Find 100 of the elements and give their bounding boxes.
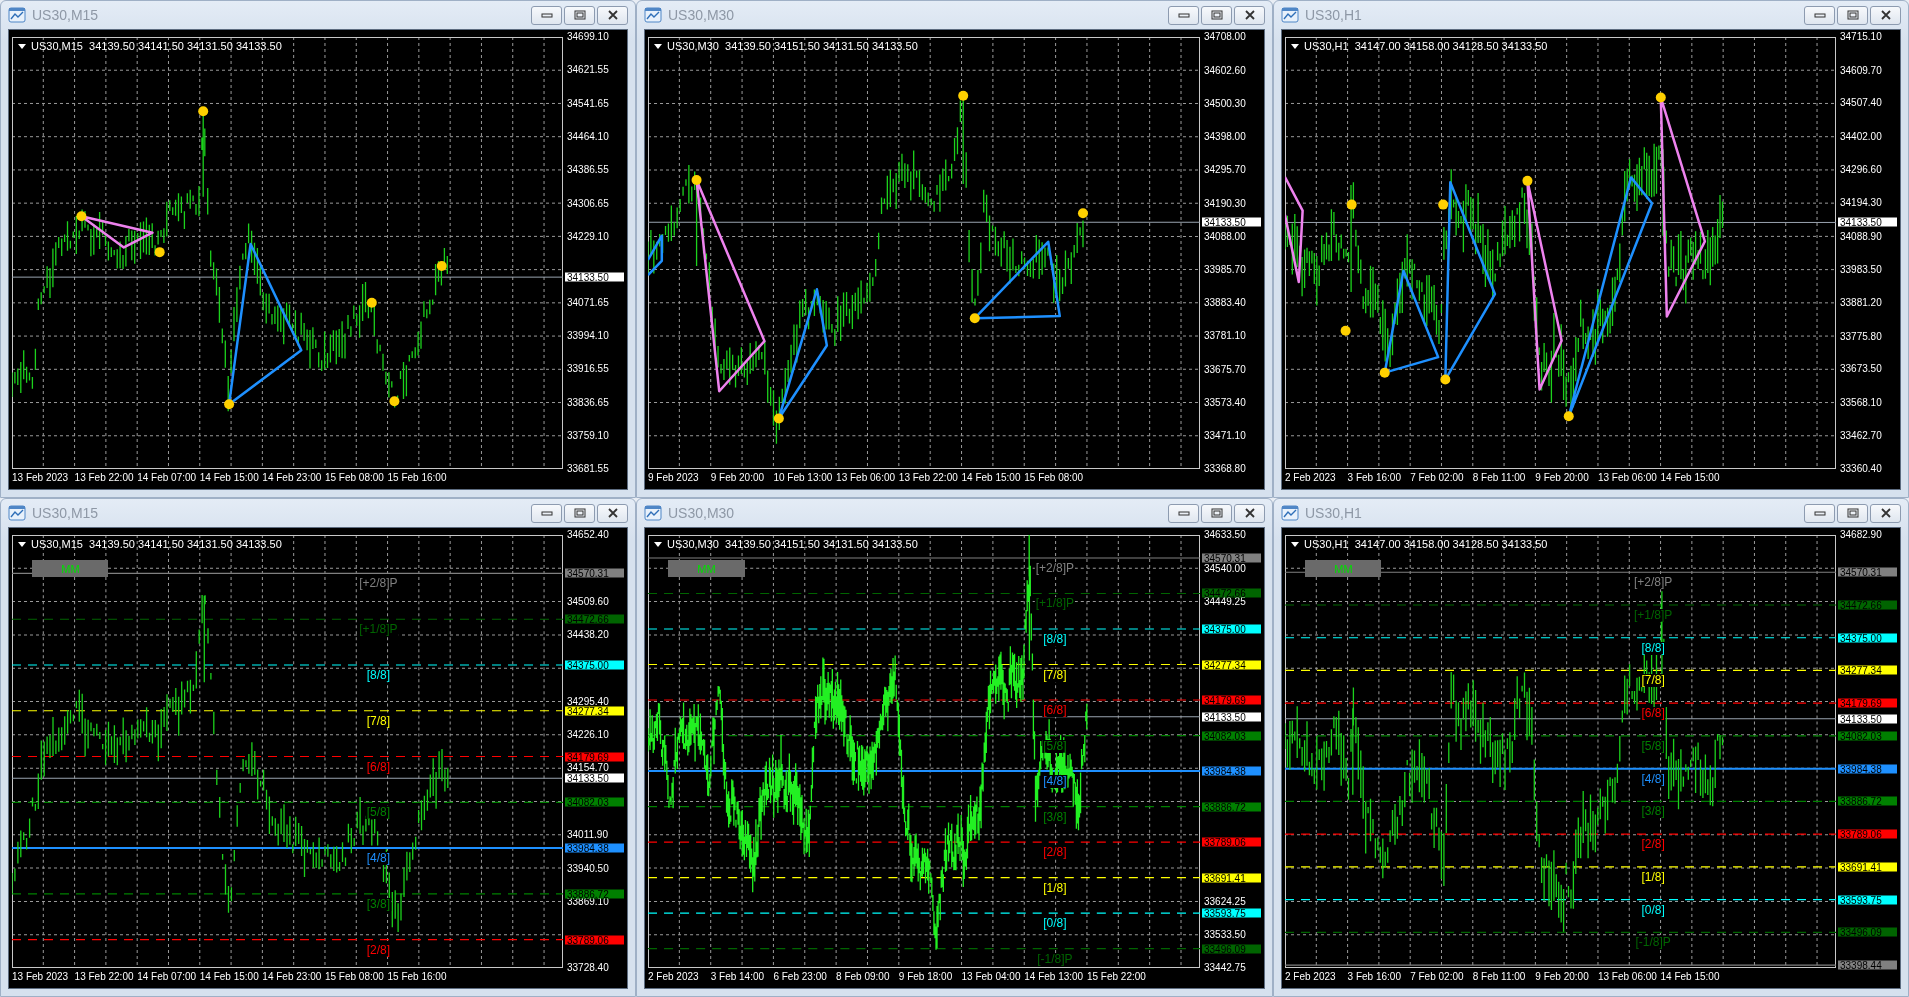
level-label: [-1/8]P: [1634, 936, 1672, 950]
price-tag: 34472.66: [1202, 589, 1261, 598]
pivot-dot: [1379, 367, 1390, 378]
minimize-button[interactable]: [1804, 503, 1835, 523]
time-label: 13 Feb 06:00: [1597, 971, 1657, 982]
pivot-dot: [958, 90, 969, 101]
price-label: 33985.70: [1204, 266, 1246, 274]
dropdown-triangle-icon[interactable]: [654, 43, 662, 49]
time-label: 13 Feb 06:00: [1597, 472, 1657, 483]
level-label: [+2/8]P: [1632, 576, 1674, 590]
window-title: US30,M30: [668, 505, 735, 521]
time-label: 2 Feb 2023: [1285, 472, 1336, 483]
mm-button[interactable]: MM: [1305, 560, 1382, 578]
time-label: 13 Feb 06:00: [836, 472, 896, 483]
price-label: 33568.10: [1840, 398, 1882, 407]
current-price-tag: 34133.50: [565, 773, 624, 783]
level-label: [0/8]: [1042, 917, 1068, 931]
minimize-button[interactable]: [1168, 503, 1199, 523]
dropdown-triangle-icon[interactable]: [1291, 43, 1299, 49]
price-label: 34295.40: [567, 698, 609, 707]
time-label: 13 Feb 22:00: [74, 971, 134, 982]
price-label: 33759.10: [567, 432, 609, 441]
price-tag: 34082.03: [565, 797, 624, 807]
level-label: [3/8]: [1640, 805, 1666, 819]
chart-window-icon: [644, 505, 662, 521]
current-price-tag: 34133.50: [565, 272, 624, 282]
dropdown-triangle-icon[interactable]: [1291, 541, 1299, 547]
price-label: 33624.25: [1204, 898, 1246, 906]
price-label: 33728.40: [567, 964, 609, 972]
price-tag: 34179.69: [1838, 698, 1897, 708]
pivot-dot: [154, 247, 165, 258]
dropdown-triangle-icon[interactable]: [18, 43, 26, 49]
dropdown-triangle-icon[interactable]: [18, 541, 26, 547]
chart-window-icon: [8, 505, 26, 521]
close-button[interactable]: [1234, 5, 1265, 25]
price-tag: 33886.72: [1838, 796, 1897, 806]
time-label: 15 Feb 16:00: [387, 971, 447, 982]
level-label: [4/8]: [1042, 775, 1068, 789]
price-tag: 34179.69: [565, 752, 624, 761]
symbol-quote: US30,H1 34147.00 34158.00 34128.50 34133.50: [1304, 40, 1548, 52]
time-label: 13 Feb 2023: [12, 472, 69, 483]
minimize-button[interactable]: [531, 5, 562, 25]
minimize-button[interactable]: [1804, 5, 1835, 25]
level-label: [+1/8]P: [358, 623, 399, 637]
level-label: [8/8]: [365, 669, 392, 682]
price-tag: 34472.66: [565, 614, 624, 624]
minimize-button[interactable]: [531, 503, 562, 523]
mm-button[interactable]: MM: [32, 560, 109, 578]
pivot-dot: [1438, 199, 1449, 210]
price-tag: 33496.09: [1838, 927, 1897, 937]
price-label: 33883.40: [1204, 299, 1246, 307]
price-tag: 34472.66: [1838, 600, 1897, 610]
price-label: 34541.65: [567, 99, 609, 108]
price-label: 34500.30: [1204, 100, 1246, 108]
pivot-dot: [198, 106, 209, 117]
level-label: [5/8]: [1640, 739, 1666, 753]
time-label: 14 Feb 07:00: [137, 971, 197, 982]
price-tag: 33789.06: [1838, 829, 1897, 839]
price-tag: 33886.72: [1202, 802, 1261, 812]
time-label: 9 Feb 20:00: [710, 472, 765, 483]
chart-window-icon: [1281, 505, 1299, 521]
time-label: 8 Feb 11:00: [1472, 971, 1526, 982]
time-label: 2 Feb 2023: [648, 971, 699, 982]
chart-window-icon: [8, 7, 26, 23]
pivot-dot: [1440, 374, 1451, 385]
price-tag: 34375.00: [565, 660, 624, 670]
close-button[interactable]: [597, 503, 628, 523]
close-button[interactable]: [1234, 503, 1265, 523]
chart-window-icon: [1281, 7, 1299, 23]
dropdown-triangle-icon[interactable]: [654, 541, 662, 547]
pivot-dot: [1522, 175, 1533, 186]
close-button[interactable]: [1870, 503, 1901, 523]
minimize-icon: [1177, 510, 1190, 516]
maximize-icon: [573, 10, 586, 20]
minimize-icon: [540, 510, 553, 516]
minimize-button[interactable]: [1168, 5, 1199, 25]
price-label: 33681.55: [567, 465, 609, 473]
close-icon: [1879, 10, 1892, 20]
close-button[interactable]: [1870, 5, 1901, 25]
price-label: 33673.50: [1840, 365, 1882, 374]
price-label: 33471.10: [1204, 432, 1246, 440]
price-tag: 34570.31: [565, 568, 624, 578]
window-title: US30,M15: [32, 505, 99, 521]
level-label: [7/8]: [365, 714, 392, 728]
price-tag: 33593.75: [1838, 895, 1897, 905]
time-label: 9 Feb 20:00: [1535, 971, 1589, 982]
price-label: 33368.80: [1204, 465, 1246, 473]
level-label: [3/8]: [365, 897, 392, 911]
pivot-dot: [691, 175, 702, 185]
price-tag: 33398.44: [1838, 960, 1897, 970]
pivot-dot: [773, 413, 784, 424]
mm-button[interactable]: MM: [668, 560, 745, 578]
price-label: 34621.55: [567, 65, 609, 74]
price-label: 34464.10: [567, 132, 609, 141]
close-button[interactable]: [597, 5, 628, 25]
level-label: [+2/8]P: [358, 577, 399, 591]
pivot-dot: [1340, 325, 1351, 336]
close-icon: [606, 508, 619, 518]
minimize-icon: [1177, 12, 1190, 18]
pivot-dot: [224, 399, 235, 410]
